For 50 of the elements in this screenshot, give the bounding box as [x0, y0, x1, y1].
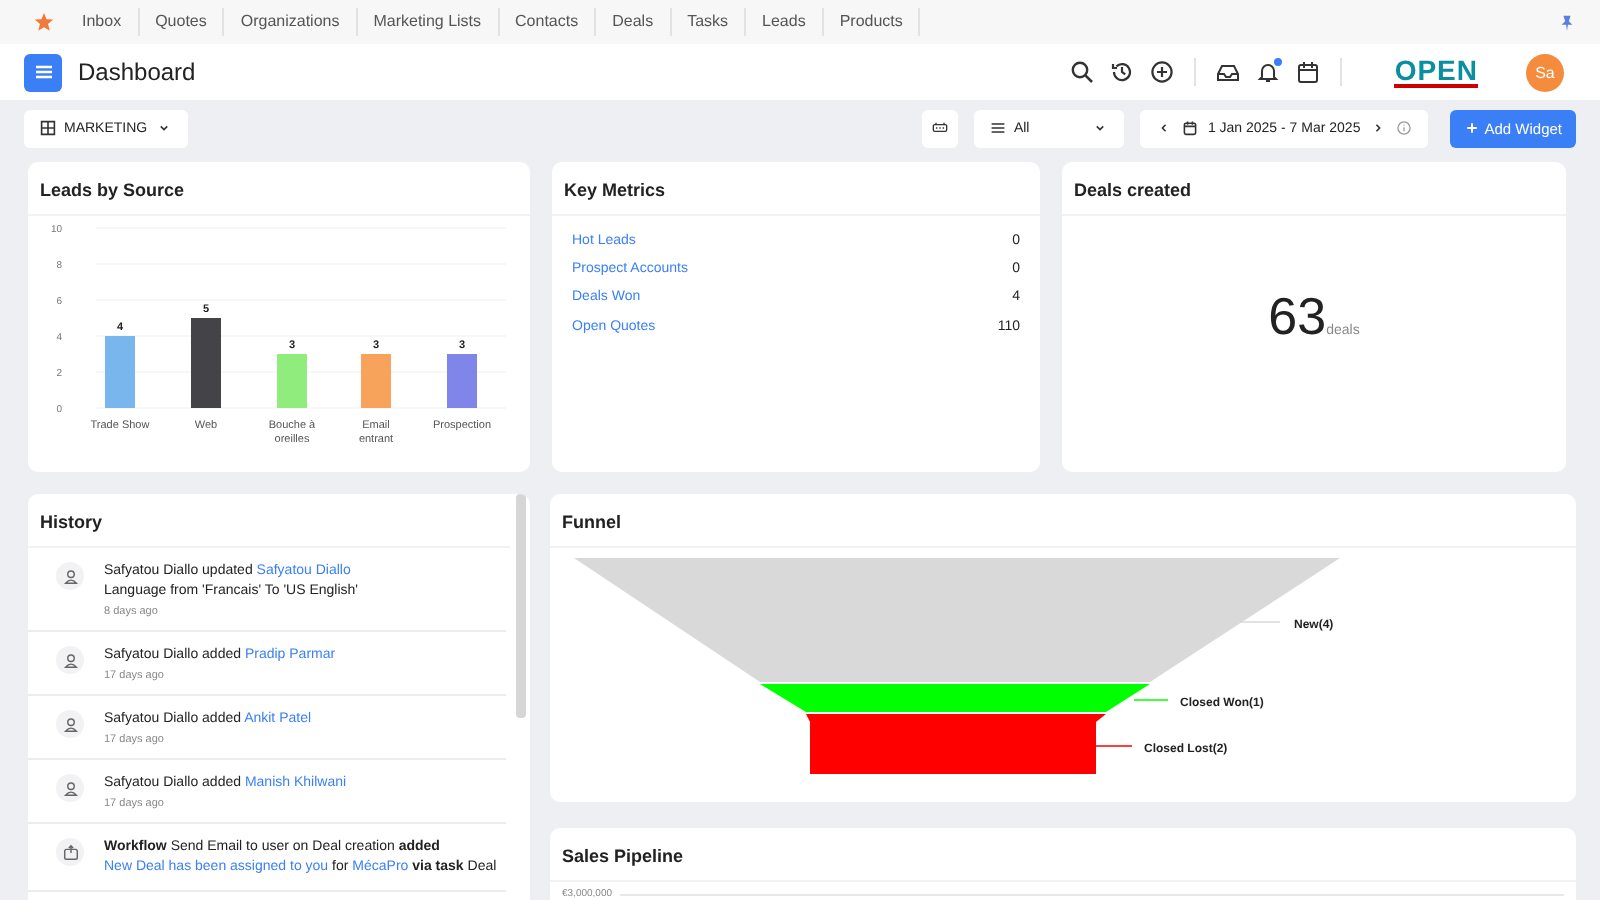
card-title: Key Metrics [552, 162, 1040, 216]
add-circle-icon[interactable] [1150, 60, 1175, 84]
list-icon [989, 120, 1006, 136]
page-title: Dashboard [78, 58, 196, 86]
menu-icon [33, 62, 53, 82]
nav-link[interactable]: Organizations [224, 8, 358, 36]
user-icon [61, 651, 79, 669]
grid-icon [40, 120, 56, 136]
company-logo: OPEN [1394, 57, 1478, 87]
deals-count: 63 [1268, 286, 1327, 348]
nav-link[interactable]: Contacts [499, 8, 597, 36]
keyboard-icon [931, 120, 948, 136]
scrollbar[interactable] [516, 494, 526, 718]
user-icon [61, 715, 79, 733]
nav-link[interactable]: Inbox [66, 8, 140, 36]
info-icon[interactable] [1396, 120, 1413, 136]
export-icon [61, 843, 79, 861]
search-icon[interactable] [1070, 60, 1095, 84]
card-title: History [28, 494, 510, 548]
chart-bar [105, 336, 135, 408]
calendar-icon [1181, 120, 1198, 136]
chevron-down-icon [1091, 120, 1108, 136]
bell-icon[interactable] [1256, 60, 1281, 84]
card-title: Deals created [1062, 162, 1566, 216]
card-title: Sales Pipeline [550, 828, 1576, 882]
chart-bar [191, 318, 221, 408]
menu-button[interactable] [24, 53, 62, 91]
nav-link[interactable]: Quotes [139, 8, 225, 36]
leader-line [1095, 745, 1133, 747]
plus-icon [1464, 120, 1481, 136]
user-icon [61, 779, 79, 797]
user-icon [61, 567, 79, 585]
pin-icon[interactable] [1558, 13, 1576, 31]
inbox-icon[interactable] [1216, 60, 1241, 84]
star-icon[interactable] [34, 12, 54, 32]
layout-button[interactable] [921, 109, 958, 147]
card-title: Funnel [550, 494, 1576, 548]
card-title: Leads by Source [28, 162, 530, 216]
nav-link[interactable]: Deals [596, 8, 672, 36]
nav-link[interactable]: Tasks [671, 8, 747, 36]
chart-bar [447, 354, 477, 408]
chart-bar [277, 354, 307, 408]
calendar-icon[interactable] [1296, 60, 1321, 84]
leader-line [1133, 699, 1169, 701]
nav-link[interactable]: Products [823, 8, 921, 36]
history-icon[interactable] [1110, 60, 1135, 84]
chevron-down-icon [155, 120, 172, 136]
nav-link[interactable]: Marketing Lists [357, 8, 500, 36]
nav-link[interactable]: Leads [746, 8, 824, 36]
chart-bar [361, 354, 391, 408]
